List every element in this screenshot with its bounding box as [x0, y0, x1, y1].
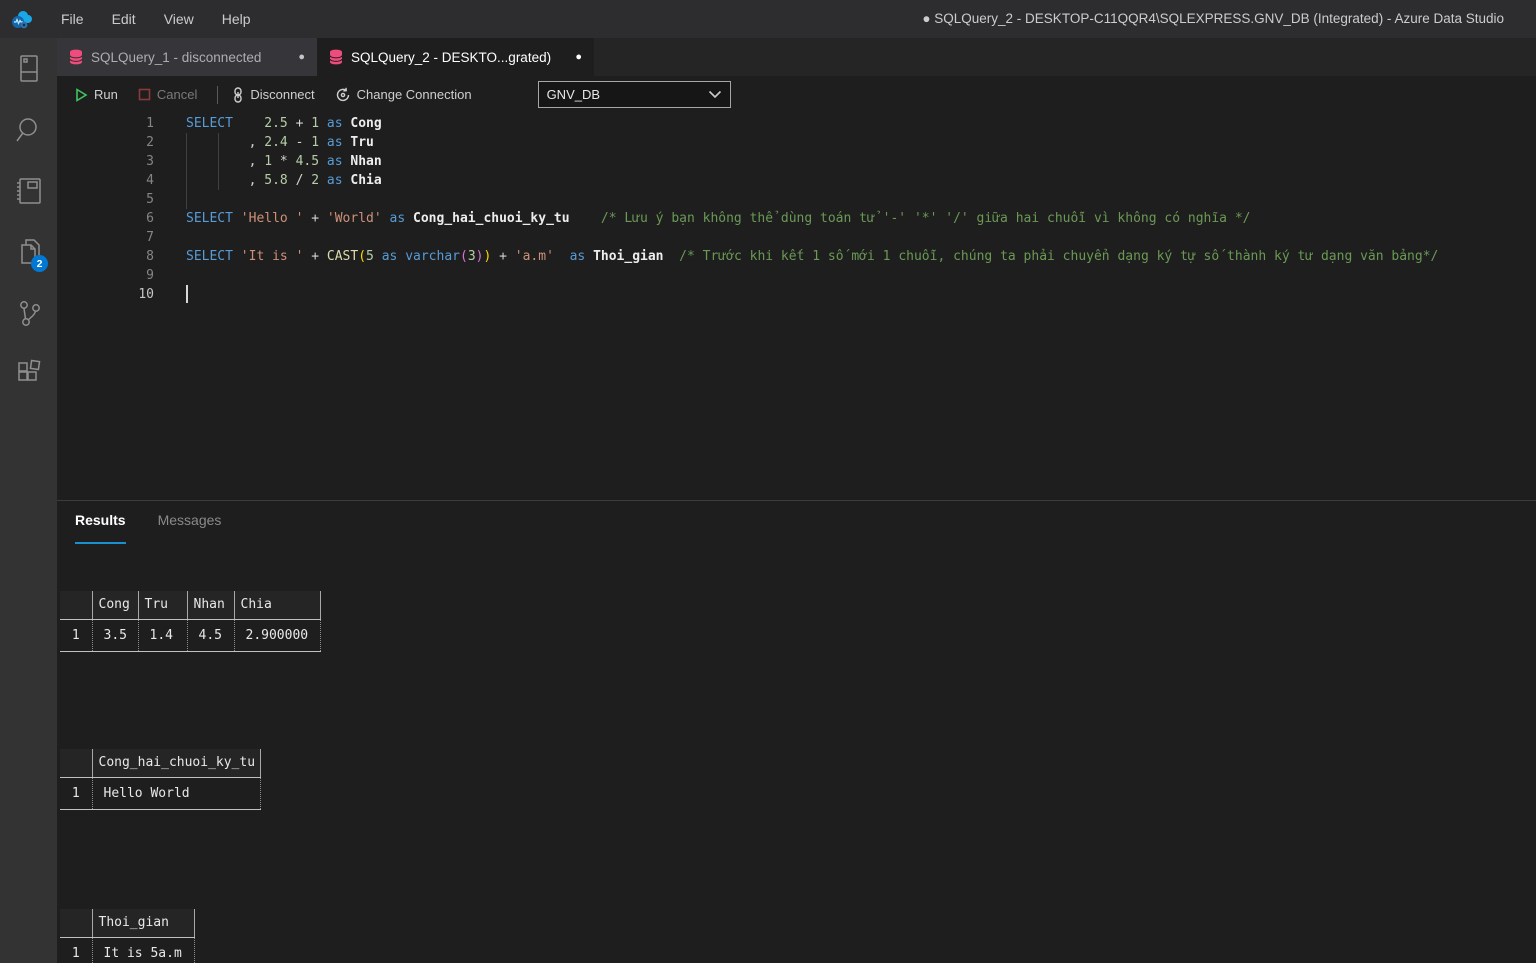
- column-header[interactable]: Thoi_gian: [92, 909, 194, 937]
- indent-guide: [186, 133, 187, 209]
- code-line[interactable]: 4 , 5.8 / 2 as Chia: [57, 171, 1536, 190]
- grid-cell[interactable]: It is 5a.m: [92, 937, 194, 963]
- disconnect-button[interactable]: Disconnect: [232, 87, 314, 103]
- code-line[interactable]: 1 SELECT 2.5 + 1 as Cong: [57, 114, 1536, 133]
- code-line[interactable]: 3 , 1 * 4.5 as Nhan: [57, 152, 1536, 171]
- code-text: SELECT 'Hello ' + 'World' as Cong_hai_ch…: [186, 209, 1251, 228]
- run-button[interactable]: Run: [75, 87, 118, 102]
- line-number: 7: [57, 228, 154, 247]
- column-header[interactable]: Tru: [138, 591, 187, 619]
- database-dropdown[interactable]: GNV_DB: [538, 81, 731, 108]
- explorer-icon[interactable]: 2: [0, 221, 57, 282]
- column-header[interactable]: Cong: [92, 591, 138, 619]
- code-line[interactable]: 7: [57, 228, 1536, 247]
- change-connection-label: Change Connection: [357, 87, 472, 102]
- code-editor[interactable]: 1SELECT 2.5 + 1 as Cong2 , 2.4 - 1 as Tr…: [57, 113, 1536, 500]
- cancel-button[interactable]: Cancel: [138, 87, 197, 102]
- code-line[interactable]: 6 SELECT 'Hello ' + 'World' as Cong_hai_c…: [57, 209, 1536, 228]
- line-number: 5: [57, 190, 154, 209]
- line-number: 10: [57, 285, 154, 304]
- code-line[interactable]: 10: [57, 285, 1536, 304]
- toolbar-separator: [217, 86, 218, 104]
- grid-cell[interactable]: 4.5: [187, 619, 234, 651]
- column-header[interactable]: Nhan: [187, 591, 234, 619]
- source-control-icon[interactable]: [0, 282, 57, 343]
- menu-items: FileEditViewHelp: [47, 0, 265, 38]
- database-icon: [69, 49, 83, 65]
- row-number-header: [60, 749, 92, 777]
- run-label: Run: [94, 87, 118, 102]
- editor-group: SQLQuery_1 - disconnected ● SQLQuery_2 -…: [57, 38, 1536, 963]
- tab-bar: SQLQuery_1 - disconnected ● SQLQuery_2 -…: [57, 38, 1536, 76]
- results-panel: Results Messages CongTruNhanChia13.51.44…: [57, 500, 1536, 963]
- database-dropdown-value: GNV_DB: [547, 87, 600, 102]
- tab-label: SQLQuery_2 - DESKTO...grated): [351, 50, 551, 65]
- results-panel-tabs: Results Messages: [57, 501, 1536, 544]
- column-header[interactable]: Chia: [234, 591, 320, 619]
- code-line[interactable]: 5: [57, 190, 1536, 209]
- code-text: , 1 * 4.5 as Nhan: [186, 152, 382, 171]
- unsaved-indicator[interactable]: ●: [298, 51, 305, 63]
- menu-item-help[interactable]: Help: [208, 0, 265, 38]
- extensions-icon[interactable]: [0, 343, 57, 404]
- tab-results[interactable]: Results: [75, 512, 126, 544]
- results-grid-area: CongTruNhanChia13.51.44.52.900000Cong_ha…: [60, 544, 1536, 963]
- search-icon[interactable]: [0, 99, 57, 160]
- app-logo-icon: [9, 6, 35, 32]
- activity-bar: 2: [0, 38, 57, 963]
- cancel-label: Cancel: [157, 87, 197, 102]
- line-number: 6: [57, 209, 154, 228]
- grid-cell[interactable]: 1.4: [138, 619, 187, 651]
- grid-cell[interactable]: 2.900000: [234, 619, 320, 651]
- code-text: , 5.8 / 2 as Chia: [186, 171, 382, 190]
- connections-icon[interactable]: [0, 38, 57, 99]
- query-toolbar: Run Cancel Disconnect: [57, 76, 1536, 113]
- row-number[interactable]: 1: [60, 777, 92, 809]
- disconnect-label: Disconnect: [250, 87, 314, 102]
- code-lines: 1SELECT 2.5 + 1 as Cong2 , 2.4 - 1 as Tr…: [57, 114, 1536, 304]
- line-number: 3: [57, 152, 154, 171]
- code-line[interactable]: 9: [57, 266, 1536, 285]
- code-text: SELECT 'It is ' + CAST(5 as varchar(3)) …: [186, 247, 1438, 266]
- line-number: 2: [57, 133, 154, 152]
- code-text: , 2.4 - 1 as Tru: [186, 133, 374, 152]
- menu-item-edit[interactable]: Edit: [98, 0, 150, 38]
- menu-item-file[interactable]: File: [47, 0, 98, 38]
- row-number[interactable]: 1: [60, 619, 92, 651]
- menu-item-view[interactable]: View: [150, 0, 208, 38]
- row-number[interactable]: 1: [60, 937, 92, 963]
- database-icon: [329, 49, 343, 65]
- line-number: 4: [57, 171, 154, 190]
- chevron-down-icon: [708, 90, 722, 99]
- row-number-header: [60, 909, 92, 937]
- tab-label: SQLQuery_1 - disconnected: [91, 50, 261, 65]
- row-number-header: [60, 591, 92, 619]
- result-grid: Thoi_gian1It is 5a.m: [60, 909, 195, 963]
- line-number: 1: [57, 114, 154, 133]
- result-grid: Cong_hai_chuoi_ky_tu1Hello World: [60, 749, 261, 810]
- line-number: 9: [57, 266, 154, 285]
- tab-sqlquery-2[interactable]: SQLQuery_2 - DESKTO...grated) ●: [317, 38, 594, 76]
- change-connection-button[interactable]: Change Connection: [335, 87, 472, 103]
- column-header[interactable]: Cong_hai_chuoi_ky_tu: [92, 749, 260, 777]
- azure-data-studio-window: FileEditViewHelp ● SQLQuery_2 - DESKTOP-…: [0, 0, 1536, 963]
- open-editors-badge: 2: [31, 255, 48, 272]
- code-line[interactable]: 2 , 2.4 - 1 as Tru: [57, 133, 1536, 152]
- code-line[interactable]: 8 SELECT 'It is ' + CAST(5 as varchar(3))…: [57, 247, 1536, 266]
- grid-cell[interactable]: Hello World: [92, 777, 260, 809]
- result-grid: CongTruNhanChia 13.51.44.52.900000: [60, 591, 321, 652]
- grid-cell[interactable]: 3.5: [92, 619, 138, 651]
- indent-guide: [218, 133, 219, 190]
- text-cursor: [186, 285, 188, 303]
- code-text: SELECT 2.5 + 1 as Cong: [186, 114, 382, 133]
- tab-sqlquery-1[interactable]: SQLQuery_1 - disconnected ●: [57, 38, 317, 76]
- line-number: 8: [57, 247, 154, 266]
- menu-bar: FileEditViewHelp ● SQLQuery_2 - DESKTOP-…: [0, 0, 1536, 38]
- window-title: ● SQLQuery_2 - DESKTOP-C11QQR4\SQLEXPRES…: [922, 0, 1504, 38]
- unsaved-indicator[interactable]: ●: [575, 51, 582, 63]
- tab-messages[interactable]: Messages: [158, 512, 222, 544]
- notebooks-icon[interactable]: [0, 160, 57, 221]
